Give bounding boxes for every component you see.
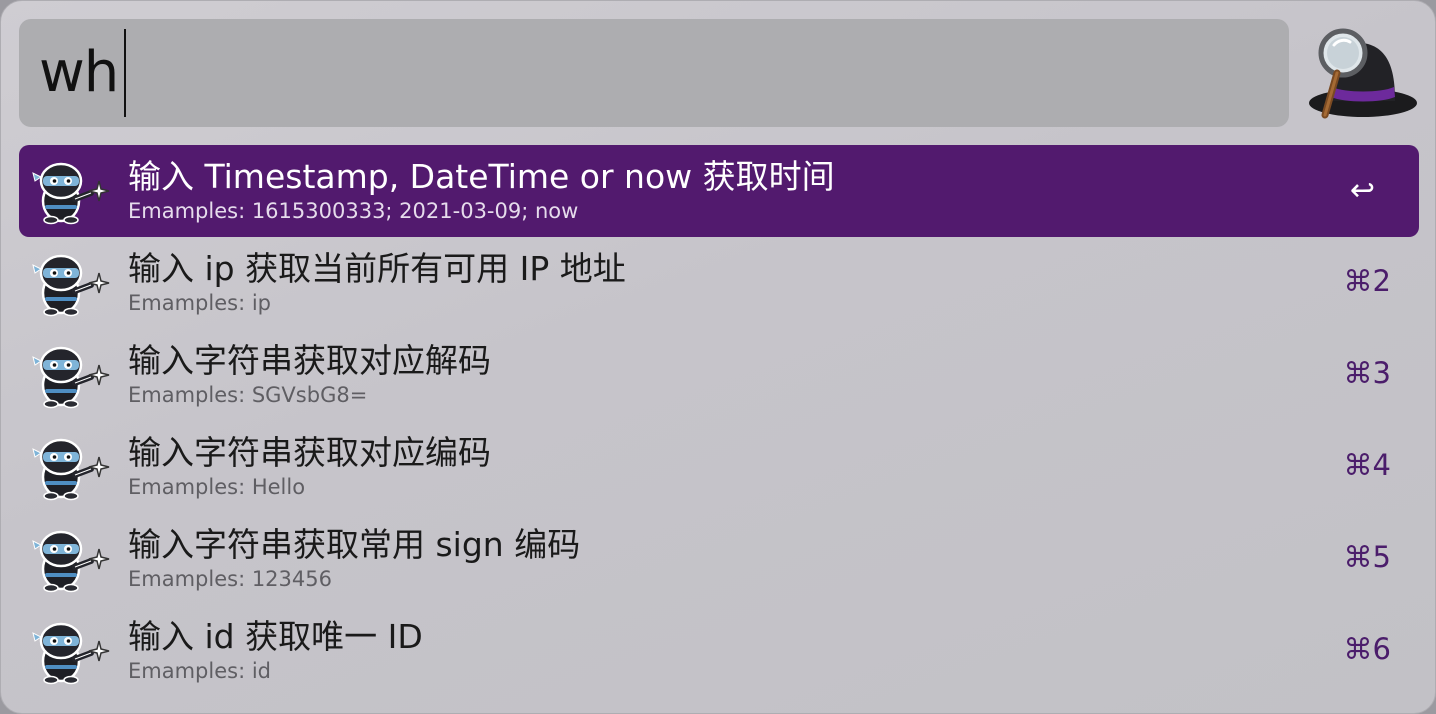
search-input[interactable]: wh <box>39 41 119 105</box>
result-title: 输入 id 获取唯一 ID <box>128 617 423 656</box>
alfred-hat-icon <box>1309 28 1417 119</box>
alfred-window: wh 输入 Timestamp, DateTime or now 获取时间 Em… <box>0 0 1436 714</box>
text-caret <box>124 29 126 117</box>
result-subtitle: Emamples: 123456 <box>128 567 332 591</box>
search-field[interactable]: wh <box>19 19 1289 127</box>
result-row-4[interactable]: 输入字符串获取对应编码 Emamples: Hello ⌘4 <box>19 421 1419 513</box>
result-row-5[interactable]: 输入字符串获取常用 sign 编码 Emamples: 123456 ⌘5 <box>19 513 1419 605</box>
result-title: 输入字符串获取对应解码 <box>128 341 491 380</box>
gopher-ninja-icon <box>32 254 110 317</box>
gopher-ninja-icon <box>32 162 110 225</box>
result-shortcut: ⌘5 <box>1343 540 1391 574</box>
results-list: 输入 Timestamp, DateTime or now 获取时间 Emamp… <box>19 145 1419 697</box>
result-row-2[interactable]: 输入 ip 获取当前所有可用 IP 地址 Emamples: ip ⌘2 <box>19 237 1419 329</box>
result-title: 输入字符串获取对应编码 <box>128 433 491 472</box>
result-shortcut: ⌘2 <box>1343 264 1391 298</box>
result-title: 输入字符串获取常用 sign 编码 <box>128 525 581 564</box>
result-subtitle: Emamples: id <box>128 659 271 683</box>
result-subtitle: Emamples: 1615300333; 2021-03-09; now <box>128 199 579 223</box>
gopher-ninja-icon <box>32 622 110 685</box>
result-shortcut: ⌘6 <box>1343 632 1391 666</box>
result-subtitle: Emamples: Hello <box>128 475 306 499</box>
gopher-ninja-icon <box>32 438 110 501</box>
result-shortcut: ⌘4 <box>1343 448 1391 482</box>
return-key-icon: ↩ <box>1349 173 1375 208</box>
result-title: 输入 Timestamp, DateTime or now 获取时间 <box>128 157 835 196</box>
gopher-ninja-icon <box>32 346 110 409</box>
result-row-3[interactable]: 输入字符串获取对应解码 Emamples: SGVsbG8= ⌘3 <box>19 329 1419 421</box>
result-subtitle: Emamples: SGVsbG8= <box>128 383 368 407</box>
result-row-6[interactable]: 输入 id 获取唯一 ID Emamples: id ⌘6 <box>19 605 1419 697</box>
result-subtitle: Emamples: ip <box>128 291 271 315</box>
result-shortcut: ⌘3 <box>1343 356 1391 390</box>
result-row-1[interactable]: 输入 Timestamp, DateTime or now 获取时间 Emamp… <box>19 145 1419 237</box>
result-title: 输入 ip 获取当前所有可用 IP 地址 <box>128 249 626 288</box>
gopher-ninja-icon <box>32 530 110 593</box>
